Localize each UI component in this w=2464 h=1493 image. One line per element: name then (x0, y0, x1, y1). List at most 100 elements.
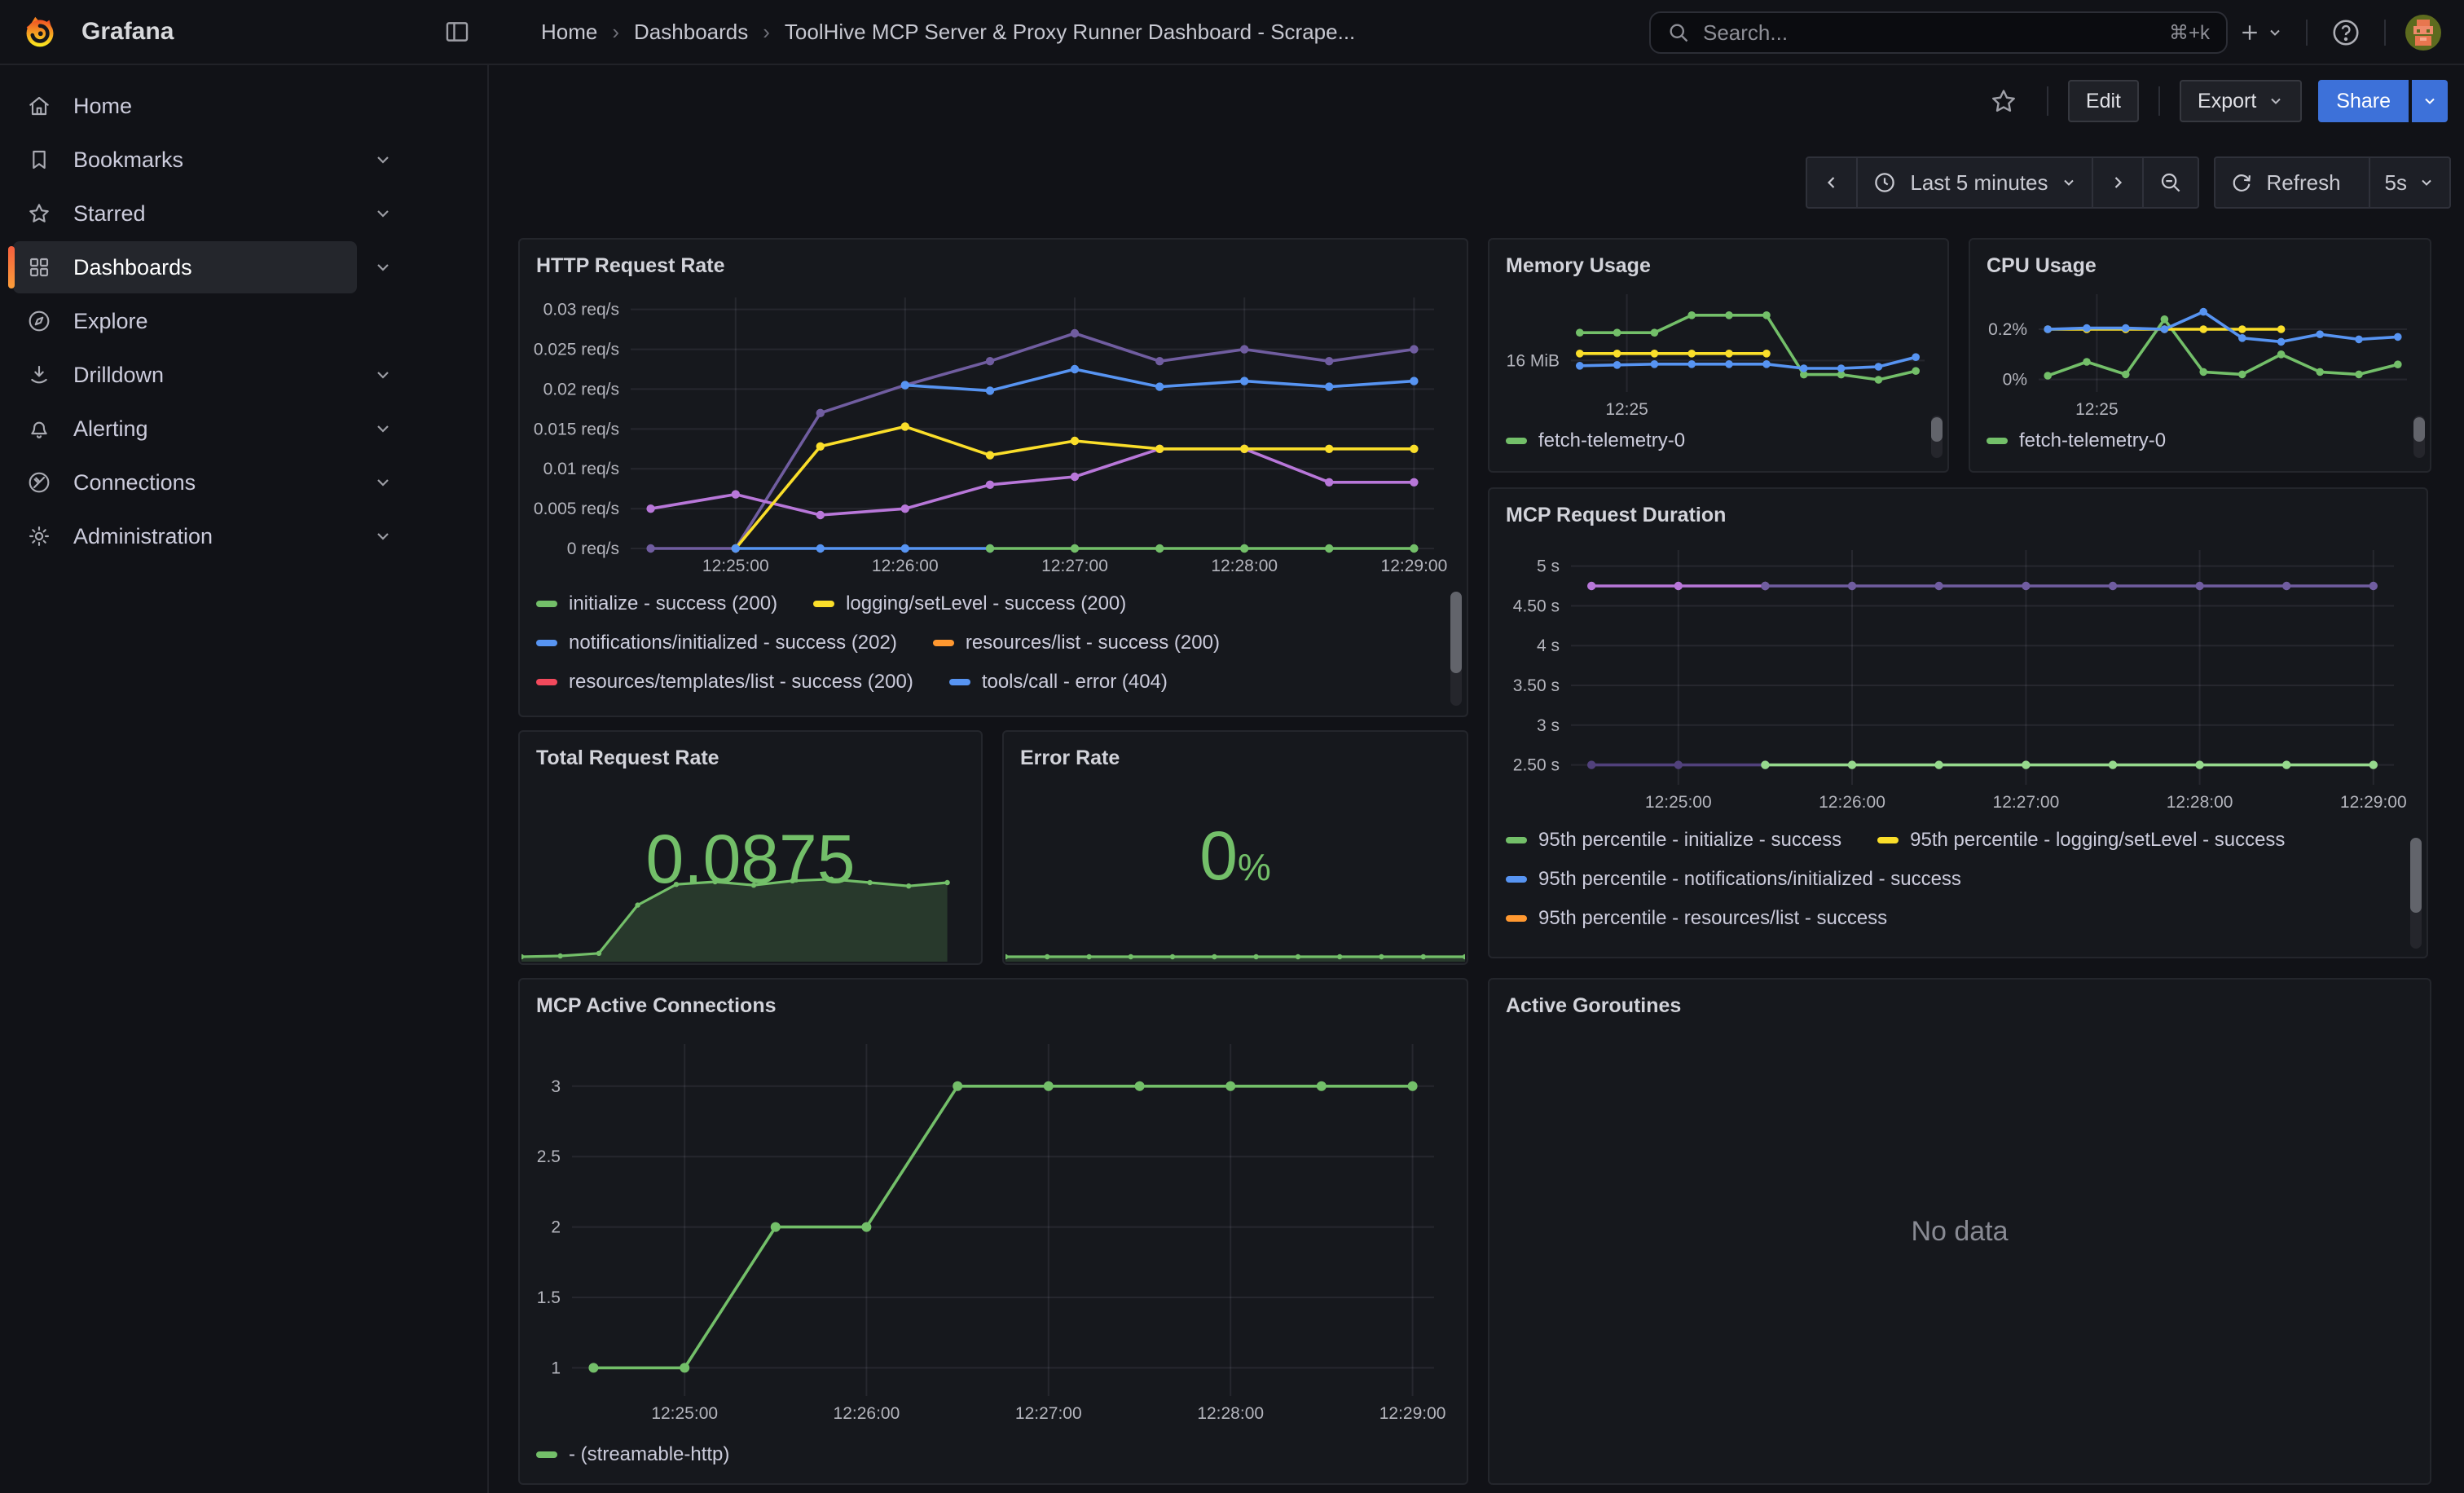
sidebar-item-label: Alerting (73, 416, 148, 442)
legend-row: 95th percentile - resources/templates/li… (1506, 938, 2410, 941)
dashboard-toolbar: Edit Export Share (489, 65, 2464, 137)
legend-item[interactable]: tools/call - error (404) (949, 671, 1168, 694)
breadcrumb-item[interactable]: Home (541, 20, 597, 45)
time-shift-back-button[interactable] (1807, 158, 1856, 207)
panel-title[interactable]: Memory Usage (1489, 240, 1947, 281)
nav-left: Grafana (0, 0, 487, 64)
panel-mcp-request-duration: MCP Request Duration 2.50 s3 s3.50 s4 s4… (1488, 487, 2428, 958)
svg-text:1: 1 (551, 1359, 561, 1377)
legend-label: 95th percentile - logging/setLevel - suc… (1910, 829, 2285, 852)
sidebar-item-label: Administration (73, 524, 213, 549)
svg-text:12:25:00: 12:25:00 (702, 557, 769, 575)
sidebar-link-home[interactable]: Home (13, 80, 403, 132)
legend-label: initialize - success (200) (569, 592, 777, 615)
svg-text:0.005 req/s: 0.005 req/s (534, 500, 619, 518)
sidebar-link-drilldown[interactable]: Drilldown (13, 349, 357, 401)
search-input[interactable]: Search... ⌘+k (1649, 11, 2228, 54)
edit-button[interactable]: Edit (2068, 80, 2139, 122)
svg-text:12:28:00: 12:28:00 (1197, 1404, 1264, 1423)
chevron-down-icon[interactable] (363, 248, 403, 287)
chevron-down-icon[interactable] (363, 409, 403, 448)
legend-scrollbar[interactable] (2410, 838, 2422, 949)
legend-scrollbar[interactable] (2413, 416, 2425, 458)
legend-scrollbar[interactable] (1931, 416, 1943, 458)
legend-item[interactable]: fetch-telemetry-0 (1987, 429, 2166, 452)
memory-usage-chart[interactable]: 16 MiB12:25 (1493, 281, 1941, 418)
legend-item[interactable]: logging/setLevel - success (200) (813, 592, 1126, 615)
total-request-rate-value: 0.0875 (646, 825, 856, 893)
star-dashboard-button[interactable] (1980, 87, 2027, 115)
panel-title[interactable]: MCP Active Connections (520, 980, 1467, 1021)
legend-row: fetch-telemetry-0 (1987, 421, 2413, 457)
legend-label: 95th percentile - initialize - success (1538, 829, 1841, 852)
legend-label: resources/templates/list - success (200) (569, 671, 913, 694)
cpu-usage-chart[interactable]: 0%0.2%12:25 (1973, 281, 2423, 418)
share-button[interactable]: Share (2318, 80, 2409, 122)
add-button[interactable] (2228, 20, 2293, 45)
time-shift-forward-button[interactable] (2092, 158, 2142, 207)
svg-text:0.03 req/s: 0.03 req/s (543, 301, 619, 319)
legend-item[interactable]: 95th percentile - initialize - success (1506, 829, 1841, 852)
export-button[interactable]: Export (2180, 80, 2302, 122)
svg-text:12:25:00: 12:25:00 (1645, 793, 1712, 812)
legend-row: resources/templates/list - success (200)… (536, 663, 1450, 702)
http-request-rate-chart[interactable]: 0 req/s0.005 req/s0.01 req/s0.015 req/s0… (526, 281, 1454, 581)
sidebar-link-bookmarks[interactable]: Bookmarks (13, 134, 357, 186)
legend-label: tools/call - error (404) (982, 671, 1168, 694)
series-color-swatch (949, 679, 970, 685)
chevron-down-icon[interactable] (363, 355, 403, 394)
sidebar-link-connections[interactable]: Connections (13, 456, 357, 509)
svg-text:12:27:00: 12:27:00 (1015, 1404, 1082, 1423)
chevron-down-icon[interactable] (363, 463, 403, 502)
svg-text:12:25:00: 12:25:00 (651, 1404, 718, 1423)
duration-legend: 95th percentile - initialize - success 95… (1489, 817, 2427, 941)
svg-text:0.02 req/s: 0.02 req/s (543, 380, 619, 399)
legend-item[interactable]: 95th percentile - resources/list - succe… (1506, 907, 1887, 930)
chevron-down-icon[interactable] (363, 517, 403, 556)
sidebar-item-label: Bookmarks (73, 148, 183, 173)
sidebar-link-dashboards[interactable]: Dashboards (13, 241, 357, 293)
breadcrumb-item[interactable]: Dashboards (634, 20, 748, 45)
panel-title[interactable]: CPU Usage (1970, 240, 2430, 281)
legend-item[interactable]: initialize - success (200) (536, 592, 777, 615)
legend-item[interactable]: 95th percentile - notifications/initiali… (1506, 868, 1961, 891)
refresh-interval-picker[interactable]: 5s (2369, 158, 2449, 207)
sidebar-link-administration[interactable]: Administration (13, 510, 357, 562)
legend-item[interactable]: fetch-telemetry-0 (1506, 429, 1685, 452)
sidebar-link-explore[interactable]: Explore (13, 295, 403, 347)
dock-menu-icon[interactable] (443, 18, 471, 46)
legend-item[interactable]: - (streamable-http) (536, 1443, 729, 1466)
sidebar-link-alerting[interactable]: Alerting (13, 403, 357, 455)
legend-scrollbar[interactable] (1450, 592, 1462, 706)
refresh-button[interactable]: Refresh (2215, 158, 2368, 207)
panel-active-goroutines: Active Goroutines No data (1488, 978, 2431, 1485)
zoom-out-button[interactable] (2142, 158, 2198, 207)
time-range-picker[interactable]: Last 5 minutes (1856, 158, 2092, 207)
series-color-swatch (1987, 438, 2008, 444)
legend-item[interactable]: notifications/initialized - success (202… (536, 632, 897, 654)
panel-title[interactable]: HTTP Request Rate (520, 240, 1467, 281)
help-button[interactable] (2321, 17, 2371, 48)
search-placeholder: Search... (1703, 20, 1788, 46)
share-menu-button[interactable] (2412, 80, 2448, 122)
breadcrumb: Home›Dashboards›ToolHive MCP Server & Pr… (541, 20, 1355, 45)
chevron-down-icon[interactable] (363, 140, 403, 179)
svg-text:3 s: 3 s (1537, 716, 1560, 735)
legend-item[interactable]: 95th percentile - logging/setLevel - suc… (1877, 829, 2285, 852)
sidebar-link-starred[interactable]: Starred (13, 187, 357, 240)
avatar[interactable] (2405, 15, 2441, 51)
mcp-active-connections-chart[interactable]: 11.522.5312:25:0012:26:0012:27:0012:28:0… (526, 1021, 1454, 1432)
legend-item[interactable]: resources/list - success (200) (933, 632, 1220, 654)
mcp-request-duration-chart[interactable]: 2.50 s3 s3.50 s4 s4.50 s5 s12:25:0012:26… (1496, 531, 2413, 817)
refresh-interval-label: 5s (2385, 170, 2407, 196)
series-color-swatch (1506, 876, 1527, 883)
apps-icon (26, 254, 52, 280)
legend-item[interactable]: resources/templates/list - success (200) (536, 671, 913, 694)
chevron-down-icon[interactable] (363, 194, 403, 233)
breadcrumb-item[interactable]: ToolHive MCP Server & Proxy Runner Dashb… (785, 20, 1355, 45)
panel-title[interactable]: MCP Request Duration (1489, 489, 2427, 531)
time-controls: Last 5 minutes Refresh 5s (1806, 156, 2451, 209)
grafana-logo[interactable] (21, 13, 59, 51)
legend-label: - (streamable-http) (569, 1443, 729, 1466)
sidebar-divider (487, 0, 489, 1493)
